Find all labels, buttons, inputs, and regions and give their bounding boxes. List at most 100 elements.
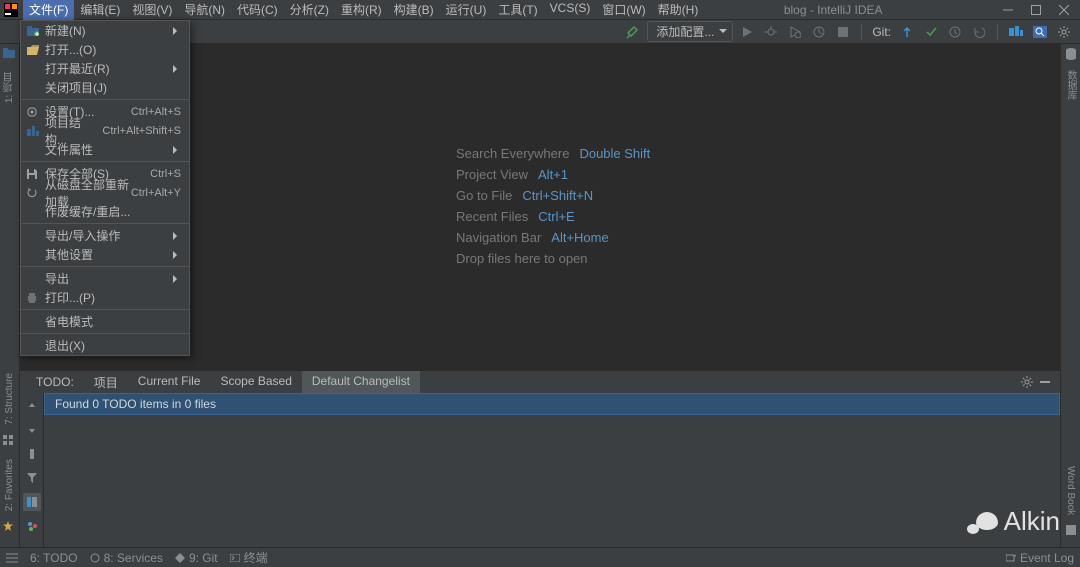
welcome-hint: Project ViewAlt+1 xyxy=(456,167,650,182)
preview-icon[interactable] xyxy=(23,493,41,511)
menu-item-label: 导出/导入操作 xyxy=(43,227,173,244)
new-icon xyxy=(27,26,43,36)
statusbar-todo[interactable]: 6: TODO xyxy=(30,551,78,565)
gear-icon[interactable] xyxy=(1018,373,1036,391)
submenu-arrow-icon xyxy=(173,65,181,73)
todo-tab[interactable]: Scope Based xyxy=(210,371,301,394)
submenu-arrow-icon xyxy=(173,251,181,259)
file-menu-item[interactable]: 项目结构...Ctrl+Alt+Shift+S xyxy=(21,121,189,140)
todo-tabs: TODO: 项目Current FileScope BasedDefault C… xyxy=(20,371,1060,393)
autoscroll-icon[interactable] xyxy=(23,445,41,463)
close-icon[interactable] xyxy=(1058,4,1070,16)
structure-icon[interactable] xyxy=(3,435,17,449)
build-hammer-icon[interactable] xyxy=(623,22,643,42)
statusbar-terminal[interactable]: 终端 xyxy=(230,549,268,566)
statusbar-git[interactable]: 9: Git xyxy=(175,551,218,565)
todo-tab[interactable]: Default Changelist xyxy=(302,371,420,394)
welcome-hint: Recent FilesCtrl+E xyxy=(456,209,650,224)
submenu-arrow-icon xyxy=(173,232,181,240)
menu-item-label: 文件属性 xyxy=(43,141,173,158)
menu-6[interactable]: 重构(R) xyxy=(335,0,388,20)
group-icon[interactable] xyxy=(23,517,41,535)
menu-item-label: 省电模式 xyxy=(43,313,181,330)
menu-9[interactable]: 工具(T) xyxy=(492,0,543,20)
git-rollback-icon[interactable] xyxy=(969,22,989,42)
file-menu-item[interactable]: 其他设置 xyxy=(21,245,189,264)
project-icon[interactable] xyxy=(3,48,17,62)
git-history-icon[interactable] xyxy=(945,22,965,42)
profile-icon[interactable] xyxy=(809,22,829,42)
filter-icon[interactable] xyxy=(23,469,41,487)
menu-item-label: 关闭项目(J) xyxy=(43,79,181,96)
file-menu-item[interactable]: 关闭项目(J) xyxy=(21,78,189,97)
file-menu-item[interactable]: 从磁盘全部重新加载Ctrl+Alt+Y xyxy=(21,183,189,202)
file-menu-item[interactable]: 打开...(O) xyxy=(21,40,189,59)
file-menu-item[interactable]: 导出 xyxy=(21,269,189,288)
run-icon[interactable] xyxy=(737,22,757,42)
file-menu-item[interactable]: 文件属性 xyxy=(21,140,189,159)
menu-2[interactable]: 视图(V) xyxy=(126,0,178,20)
search-everywhere-icon[interactable] xyxy=(1030,22,1050,42)
menu-4[interactable]: 代码(C) xyxy=(231,0,284,20)
collapse-icon[interactable] xyxy=(1036,373,1054,391)
menu-item-label: 新建(N) xyxy=(43,22,173,39)
wordbook-icon[interactable] xyxy=(1066,525,1076,535)
todo-tab[interactable]: Current File xyxy=(128,371,211,394)
statusbar-menu-icon[interactable] xyxy=(6,553,18,563)
statusbar: 6: TODO 8: Services 9: Git 终端 Event Log xyxy=(0,547,1080,567)
file-menu-item[interactable]: 省电模式 xyxy=(21,312,189,331)
expand-all-icon[interactable] xyxy=(23,421,41,439)
project-structure-icon[interactable] xyxy=(1006,22,1026,42)
git-commit-icon[interactable] xyxy=(921,22,941,42)
run-config-dropdown[interactable]: 添加配置... xyxy=(647,21,733,42)
structure-icon xyxy=(27,126,43,136)
menu-item-label: 退出(X) xyxy=(43,337,181,354)
menu-0[interactable]: 文件(F) xyxy=(23,0,74,20)
menu-10[interactable]: VCS(S) xyxy=(544,0,597,20)
settings-gear-icon[interactable] xyxy=(1054,22,1074,42)
menu-3[interactable]: 导航(N) xyxy=(178,0,231,20)
file-menu-item[interactable]: 打开最近(R) xyxy=(21,59,189,78)
statusbar-services[interactable]: 8: Services xyxy=(90,551,163,565)
menu-item-label: 打印...(P) xyxy=(43,289,181,306)
database-icon[interactable] xyxy=(1066,48,1076,60)
welcome-hint: Navigation BarAlt+Home xyxy=(456,230,650,245)
stop-icon[interactable] xyxy=(833,22,853,42)
todo-tab[interactable]: 项目 xyxy=(84,371,128,394)
wordbook-tool-button[interactable]: Word Book xyxy=(1065,462,1076,519)
database-tool-button[interactable]: 数据库 xyxy=(1063,66,1078,104)
project-tool-button[interactable]: 1: 项目 xyxy=(2,68,17,107)
submenu-arrow-icon xyxy=(173,146,181,154)
menu-item-label: 作废缓存/重启... xyxy=(43,203,181,220)
submenu-arrow-icon xyxy=(173,27,181,35)
minimize-icon[interactable] xyxy=(1002,4,1014,16)
file-menu-item[interactable]: 导出/导入操作 xyxy=(21,226,189,245)
file-menu-item[interactable]: 新建(N) xyxy=(21,21,189,40)
favorites-star-icon[interactable] xyxy=(3,521,17,535)
settings-icon xyxy=(27,107,43,117)
menu-8[interactable]: 运行(U) xyxy=(440,0,493,20)
git-label: Git: xyxy=(870,25,893,39)
statusbar-eventlog[interactable]: Event Log xyxy=(1006,551,1074,565)
coverage-icon[interactable] xyxy=(785,22,805,42)
todo-toolbar xyxy=(20,393,44,547)
menu-1[interactable]: 编辑(E) xyxy=(74,0,126,20)
welcome-hint: Search EverywhereDouble Shift xyxy=(456,146,650,161)
menu-item-label: 导出 xyxy=(43,270,173,287)
menu-5[interactable]: 分析(Z) xyxy=(284,0,335,20)
welcome-hint: Go to FileCtrl+Shift+N xyxy=(456,188,650,203)
file-menu-item[interactable]: 打印...(P) xyxy=(21,288,189,307)
structure-tool-button[interactable]: 7: Structure xyxy=(4,369,15,429)
git-update-icon[interactable] xyxy=(897,22,917,42)
file-menu-dropdown[interactable]: 新建(N)打开...(O)打开最近(R)关闭项目(J)设置(T)...Ctrl+… xyxy=(20,20,190,356)
favorites-tool-button[interactable]: 2: Favorites xyxy=(4,455,15,515)
debug-icon[interactable] xyxy=(761,22,781,42)
menu-11[interactable]: 窗口(W) xyxy=(596,0,651,20)
file-menu-item[interactable]: 作废缓存/重启... xyxy=(21,202,189,221)
collapse-all-icon[interactable] xyxy=(23,397,41,415)
print-icon xyxy=(27,293,43,303)
file-menu-item[interactable]: 退出(X) xyxy=(21,336,189,355)
maximize-icon[interactable] xyxy=(1030,4,1042,16)
todo-found-message: Found 0 TODO items in 0 files xyxy=(44,393,1060,415)
menu-7[interactable]: 构建(B) xyxy=(388,0,440,20)
